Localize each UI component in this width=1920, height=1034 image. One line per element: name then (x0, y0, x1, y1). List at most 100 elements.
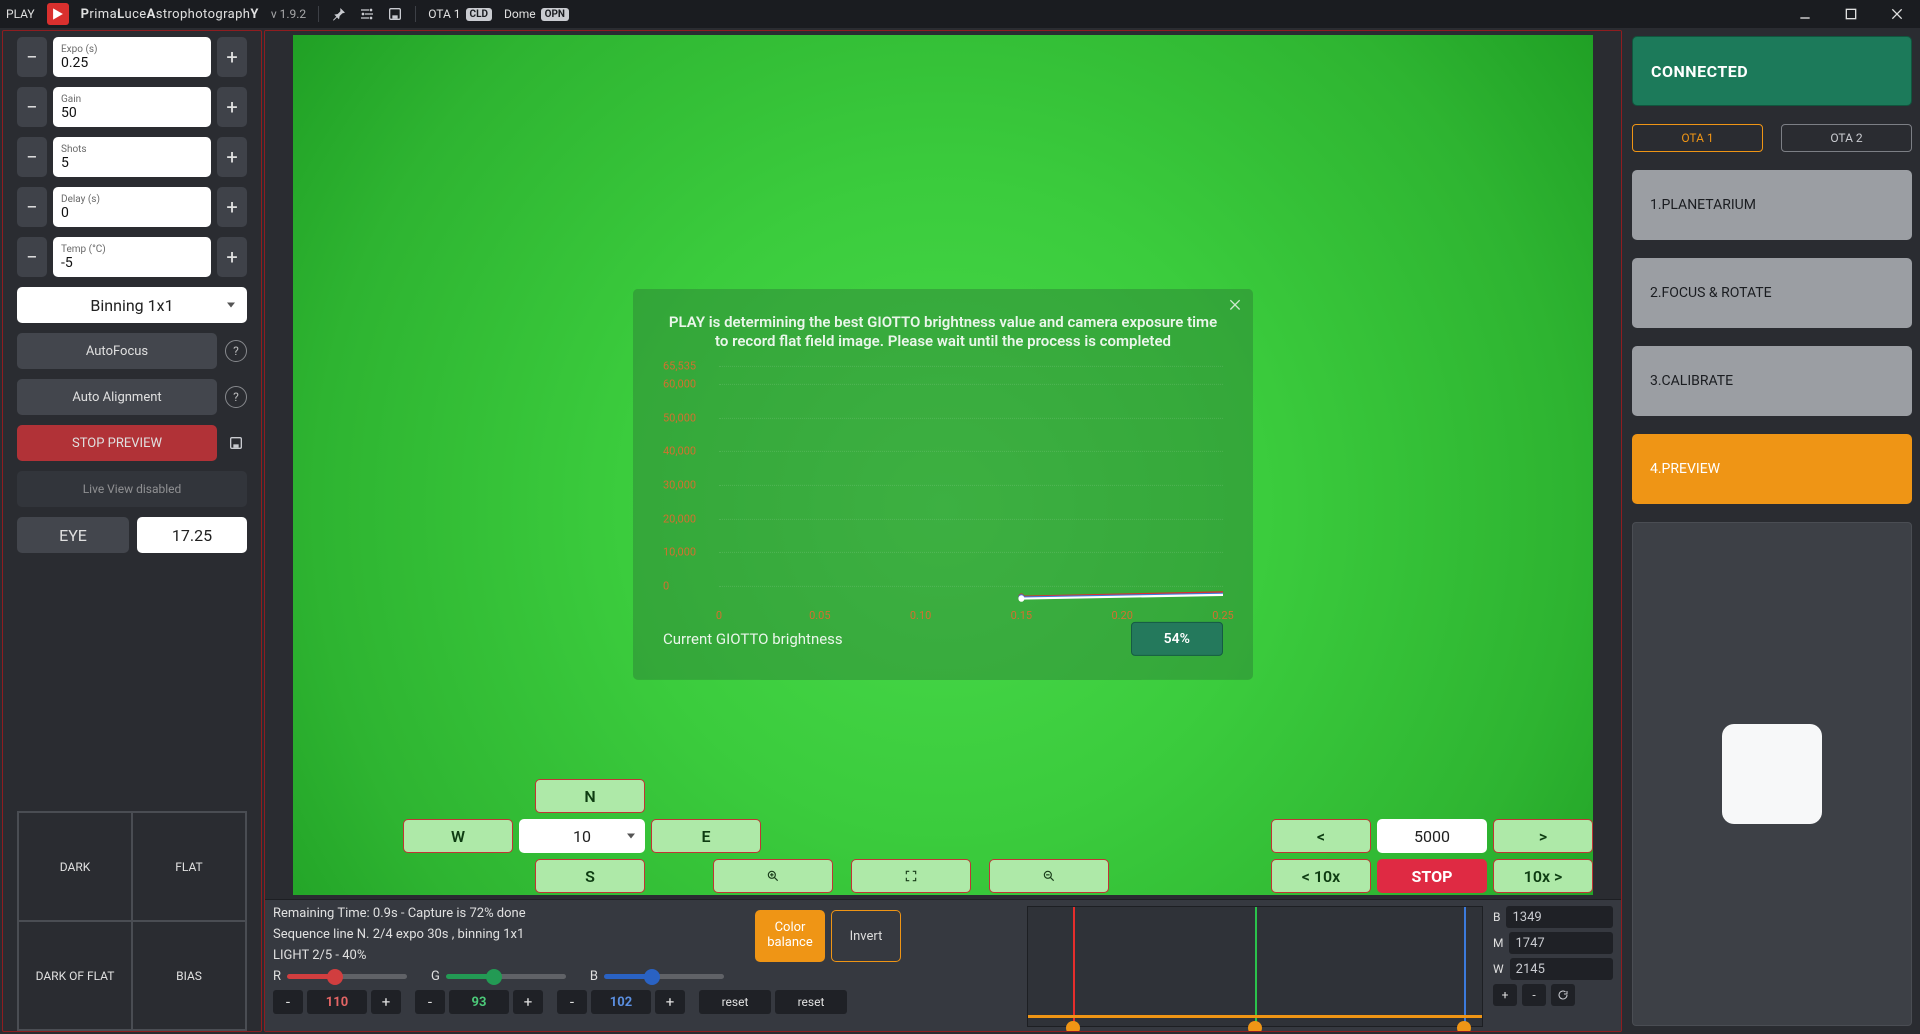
frame-bias[interactable]: BIAS (132, 921, 246, 1030)
g-minus[interactable]: - (415, 990, 445, 1014)
exposure-label: Expo (s) (61, 44, 203, 55)
thumbnail[interactable] (1632, 522, 1912, 1026)
liveview-disabled: Live View disabled (17, 471, 247, 507)
gain-minus[interactable]: − (17, 87, 47, 127)
b-minus[interactable]: - (557, 990, 587, 1014)
temp-minus[interactable]: − (17, 237, 47, 277)
autoalign-button[interactable]: Auto Alignment (17, 379, 217, 415)
move-south-button[interactable]: S (535, 859, 645, 893)
b-plus[interactable]: + (655, 990, 685, 1014)
invert-button[interactable]: Invert (831, 910, 901, 962)
slew-speed-select[interactable]: 10 (519, 819, 645, 853)
shots-stepper: − Shots5 + (17, 137, 247, 177)
frame-flat[interactable]: FLAT (132, 812, 246, 921)
focus-out-10x-button[interactable]: < 10x (1271, 859, 1371, 893)
eye-value[interactable]: 17.25 (137, 517, 247, 553)
gain-value: 50 (61, 105, 203, 121)
slider-r[interactable] (287, 974, 407, 979)
g-value: 93 (449, 990, 509, 1014)
focus-in-button[interactable]: > (1493, 819, 1593, 853)
eye-button[interactable]: EYE (17, 517, 129, 553)
temp-field[interactable]: Temp (°C)-5 (53, 237, 211, 277)
dialog-close-icon[interactable] (1227, 297, 1243, 317)
zoom-out-button[interactable] (989, 859, 1109, 893)
delay-minus[interactable]: − (17, 187, 47, 227)
nav-focus-rotate[interactable]: 2.FOCUS & ROTATE (1632, 258, 1912, 328)
shots-field[interactable]: Shots5 (53, 137, 211, 177)
focus-value[interactable]: 5000 (1377, 819, 1487, 853)
minimize-button[interactable] (1788, 2, 1822, 26)
close-button[interactable] (1880, 2, 1914, 26)
focus-stop-button[interactable]: STOP (1377, 859, 1487, 893)
shots-minus[interactable]: − (17, 137, 47, 177)
histogram[interactable] (1027, 906, 1483, 1027)
bmw-panel: B1349 M1747 W2145 + - (1493, 906, 1613, 1027)
left-panel: − Expo (s)0.25 + − Gain50 + − Shots5 + −… (2, 30, 262, 1032)
slider-g[interactable] (446, 974, 566, 979)
gain-label: Gain (61, 94, 203, 105)
r-plus[interactable]: + (371, 990, 401, 1014)
save-preview-icon[interactable] (225, 432, 247, 454)
zoom-in-button[interactable] (713, 859, 833, 893)
ota2-tab[interactable]: OTA 2 (1781, 124, 1912, 152)
ota-label: OTA 1 (428, 7, 460, 21)
gain-field[interactable]: Gain50 (53, 87, 211, 127)
move-west-button[interactable]: W (403, 819, 513, 853)
reset-rgb-button[interactable]: reset (699, 990, 771, 1014)
exposure-plus[interactable]: + (217, 37, 247, 77)
brightness-chart: 010,00020,00030,00040,00050,00060,00065,… (663, 366, 1223, 606)
right-panel: CONNECTED OTA 1 OTA 2 1.PLANETARIUM 2.FO… (1624, 28, 1920, 1034)
save-icon[interactable] (387, 6, 403, 22)
temp-plus[interactable]: + (217, 237, 247, 277)
ota1-tab[interactable]: OTA 1 (1632, 124, 1763, 152)
focus-in-10x-button[interactable]: 10x > (1493, 859, 1593, 893)
r-value: 110 (307, 990, 367, 1014)
move-east-button[interactable]: E (651, 819, 761, 853)
frame-darkofflat[interactable]: DARK OF FLAT (18, 921, 132, 1030)
giotto-dialog: PLAY is determining the best GIOTTO brig… (633, 289, 1253, 680)
ota-badge: CLD (466, 8, 492, 21)
dome-label: Dome (504, 7, 536, 21)
nav-calibrate[interactable]: 3.CALIBRATE (1632, 346, 1912, 416)
autofocus-button[interactable]: AutoFocus (17, 333, 217, 369)
maximize-button[interactable] (1834, 2, 1868, 26)
w-white-value[interactable]: 2145 (1510, 958, 1613, 980)
zoom-fit-button[interactable] (851, 859, 971, 893)
exposure-field[interactable]: Expo (s)0.25 (53, 37, 211, 77)
dome-status[interactable]: Dome OPN (504, 7, 569, 21)
r-minus[interactable]: - (273, 990, 303, 1014)
hist-minus[interactable]: - (1522, 984, 1546, 1006)
ota-status[interactable]: OTA 1 CLD (428, 7, 492, 21)
move-north-button[interactable]: N (535, 779, 645, 813)
b-label: B (1493, 910, 1500, 924)
settings-icon[interactable] (359, 6, 375, 22)
color-balance-button[interactable]: Color balance (755, 910, 825, 962)
shots-plus[interactable]: + (217, 137, 247, 177)
m-mid-value[interactable]: 1747 (1509, 932, 1613, 954)
temp-value: -5 (61, 255, 203, 271)
b-black-value[interactable]: 1349 (1506, 906, 1613, 928)
brightness-value-button[interactable]: 54% (1131, 622, 1223, 656)
exposure-minus[interactable]: − (17, 37, 47, 77)
autoalign-help-icon[interactable]: ? (225, 386, 247, 408)
focus-out-button[interactable]: < (1271, 819, 1371, 853)
app-name: PrimaLuceAstrophotographY (81, 7, 259, 22)
delay-plus[interactable]: + (217, 187, 247, 227)
stop-preview-button[interactable]: STOP PREVIEW (17, 425, 217, 461)
nav-preview[interactable]: 4.PREVIEW (1632, 434, 1912, 504)
connection-status[interactable]: CONNECTED (1632, 36, 1912, 106)
frame-dark[interactable]: DARK (18, 812, 132, 921)
pin-icon[interactable] (331, 6, 347, 22)
slider-r-label: R (273, 969, 281, 984)
delay-field[interactable]: Delay (s)0 (53, 187, 211, 227)
slew-speed-value: 10 (573, 827, 591, 846)
slider-b[interactable] (604, 974, 724, 979)
g-plus[interactable]: + (513, 990, 543, 1014)
nav-planetarium[interactable]: 1.PLANETARIUM (1632, 170, 1912, 240)
autofocus-help-icon[interactable]: ? (225, 340, 247, 362)
reset-all-button[interactable]: reset (775, 990, 847, 1014)
hist-reload-icon[interactable] (1551, 984, 1575, 1006)
hist-plus[interactable]: + (1493, 984, 1517, 1006)
gain-plus[interactable]: + (217, 87, 247, 127)
binning-select[interactable]: Binning 1x1 (17, 287, 247, 323)
